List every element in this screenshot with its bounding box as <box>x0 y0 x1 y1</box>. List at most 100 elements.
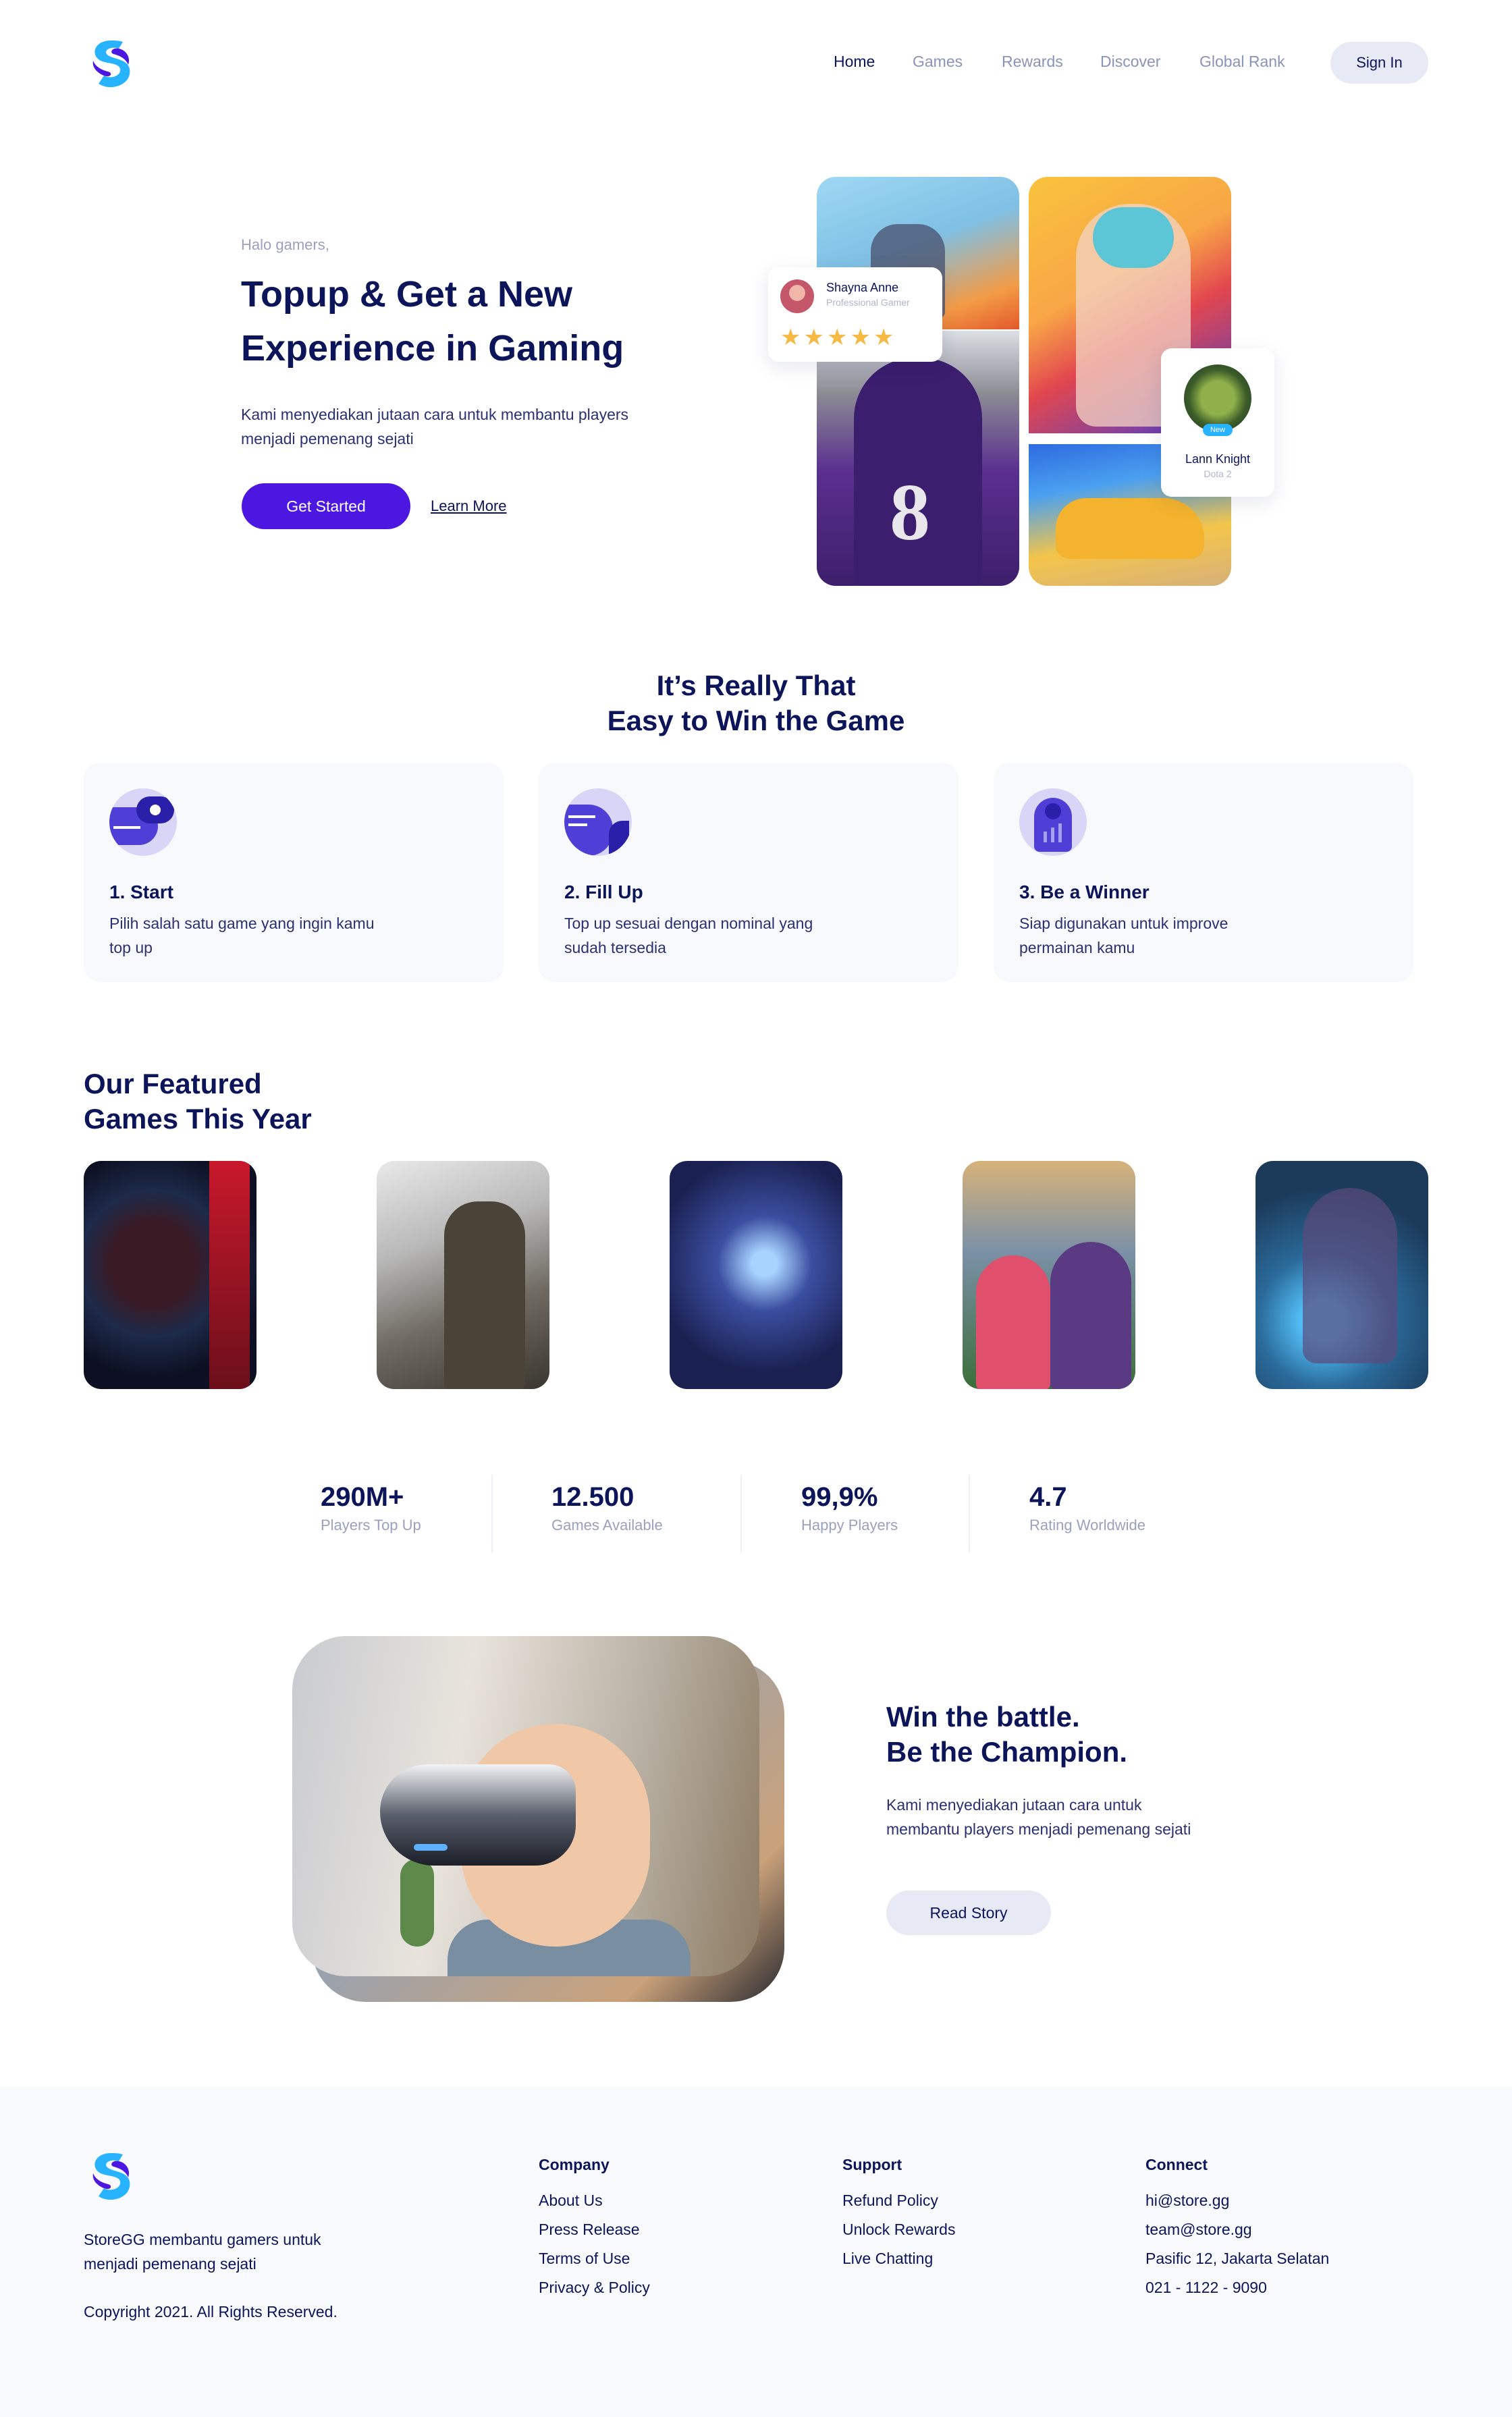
top-navigation: Home Games Rewards Discover Global Rank … <box>0 0 1512 128</box>
step-description: Pilih salah satu game yang ingin kamu to… <box>109 915 375 956</box>
footer-link-press-release[interactable]: Press Release <box>539 2215 650 2244</box>
nav-games[interactable]: Games <box>913 53 963 71</box>
stat-label: Players Top Up <box>321 1517 421 1533</box>
footer-link-refund[interactable]: Refund Policy <box>842 2186 955 2215</box>
armor-accent <box>209 1161 250 1389</box>
stat-label: Happy Players <box>801 1517 898 1533</box>
story-title-line2: Be the Champion. <box>886 1736 1128 1768</box>
stat-divider <box>969 1475 970 1552</box>
nav-rewards[interactable]: Rewards <box>1002 53 1063 71</box>
step-description: Siap digunakan untuk improve permainan k… <box>1019 915 1228 956</box>
footer-column-title: Company <box>539 2156 610 2173</box>
footer-link-unlock-rewards[interactable]: Unlock Rewards <box>842 2215 955 2244</box>
vr-player-image <box>292 1636 759 1976</box>
footer-link-live-chatting[interactable]: Live Chatting <box>842 2244 955 2273</box>
hero-greeting: Halo gamers, <box>241 236 329 253</box>
featured-title-line1: Our Featured <box>84 1068 262 1099</box>
hero-title-part2: in Gaming <box>435 328 624 369</box>
featured-title-line2: Games This Year <box>84 1103 312 1135</box>
avatar <box>1184 364 1251 432</box>
review-card: Shayna Anne Professional Gamer ★★★★★ <box>768 267 942 362</box>
reviewer-role: Professional Gamer <box>826 297 910 308</box>
game-card-call-of-duty[interactable] <box>377 1161 549 1389</box>
footer-link-terms[interactable]: Terms of Use <box>539 2244 650 2273</box>
footer-link-privacy[interactable]: Privacy & Policy <box>539 2273 650 2302</box>
stat-value: 12.500 <box>551 1482 634 1512</box>
main-menu: Home Games Rewards Discover Global Rank <box>0 53 1512 73</box>
footer-column-company: Company About Us Press Release Terms of … <box>539 2156 650 2302</box>
nav-discover[interactable]: Discover <box>1100 53 1160 71</box>
character-hair <box>1093 207 1174 268</box>
sign-in-button[interactable]: Sign In <box>1330 42 1428 84</box>
new-badge: New <box>1203 424 1233 436</box>
stat-label: Games Available <box>551 1517 663 1533</box>
hero-title-part1: Topup & Get a <box>241 274 497 315</box>
hero-description: Kami menyediakan jutaan cara untuk memba… <box>241 406 629 447</box>
vr-headset-icon <box>380 1764 576 1866</box>
step-title: 1. Start <box>109 881 173 902</box>
step-title: 2. Fill Up <box>564 881 643 902</box>
footer-link-email-team[interactable]: team@store.gg <box>1145 2215 1329 2244</box>
hero-title: Topup & Get a New Experience in Gaming <box>241 267 713 375</box>
footer-link-email-hi[interactable]: hi@store.gg <box>1145 2186 1329 2215</box>
player-card: New Lann Knight Dota 2 <box>1161 348 1274 497</box>
avatar <box>780 279 814 313</box>
archer-figure <box>976 1255 1050 1389</box>
step-card-fill-up: 2. Fill Up Top up sesuai dengan nominal … <box>539 763 959 982</box>
footer-column-title: Connect <box>1145 2156 1208 2173</box>
footer-link-about-us[interactable]: About Us <box>539 2186 650 2215</box>
step-card-be-a-winner: 3. Be a Winner Siap digunakan untuk impr… <box>994 763 1413 982</box>
star-rating-icon: ★★★★★ <box>780 325 897 350</box>
stat-label: Rating Worldwide <box>1029 1517 1146 1533</box>
player-name: Lann Knight <box>1185 452 1251 466</box>
footer-column-title: Support <box>842 2156 902 2173</box>
stat-divider <box>740 1475 742 1552</box>
game-card-clash-of-clans[interactable] <box>963 1161 1135 1389</box>
story-title: Win the battle. Be the Champion. <box>886 1700 1127 1770</box>
footer-column-connect: Connect hi@store.gg team@store.gg Pasifi… <box>1145 2156 1329 2302</box>
step-card-start: 1. Start Pilih salah satu game yang ingi… <box>84 763 504 982</box>
copyright: Copyright 2021. All Rights Reserved. <box>84 2303 338 2320</box>
reviewer-name: Shayna Anne <box>826 281 899 294</box>
story-description: Kami menyediakan jutaan cara untuk memba… <box>886 1796 1191 1838</box>
read-story-button[interactable]: Read Story <box>886 1891 1051 1935</box>
stat-rating: 4.7 Rating Worldwide <box>1029 1482 1145 1534</box>
nav-home[interactable]: Home <box>834 53 875 71</box>
hero-title-highlight-experience: Experience <box>241 321 436 375</box>
game-card-valorant[interactable] <box>1256 1161 1428 1389</box>
game-controller-icon <box>109 788 177 856</box>
get-started-button[interactable]: Get Started <box>242 483 410 529</box>
wizard-figure <box>1050 1242 1131 1389</box>
footer-tagline: StoreGG membantu gamers untuk menjadi pe… <box>84 2231 321 2273</box>
stat-players: 290M+ Players Top Up <box>321 1482 421 1534</box>
learn-more-link[interactable]: Learn More <box>431 497 507 515</box>
footer-address: Pasific 12, Jakarta Selatan <box>1145 2250 1330 2267</box>
player-game: Dota 2 <box>1204 468 1232 479</box>
story-title-line1: Win the battle. <box>886 1701 1080 1733</box>
plant-shape <box>400 1859 434 1947</box>
trophy-badge-icon <box>1019 788 1087 856</box>
hero-game-image-football: 8 <box>817 331 1019 586</box>
stat-value: 99,9% <box>801 1482 878 1512</box>
featured-title: Our Featured Games This Year <box>84 1066 312 1137</box>
stat-value: 290M+ <box>321 1482 404 1512</box>
step-title: 3. Be a Winner <box>1019 881 1150 902</box>
steps-title: It’s Really That Easy to Win the Game <box>0 668 1512 738</box>
game-card-mass-effect[interactable] <box>84 1161 256 1389</box>
stat-games: 12.500 Games Available <box>551 1482 663 1534</box>
step-description: Top up sesuai dengan nominal yang sudah … <box>564 915 813 956</box>
footer-phone[interactable]: 021 - 1122 - 9090 <box>1145 2273 1329 2302</box>
stat-value: 4.7 <box>1029 1482 1067 1512</box>
footer-column-support: Support Refund Policy Unlock Rewards Liv… <box>842 2156 955 2273</box>
storegg-logo[interactable] <box>84 2150 138 2202</box>
steps-title-line2: Easy to Win the Game <box>607 705 905 736</box>
soldier-figure <box>444 1201 525 1389</box>
jersey-number: 8 <box>890 467 930 557</box>
stat-divider <box>491 1475 493 1552</box>
hero-title-highlight-new: New <box>497 267 573 321</box>
steps-title-line1: It’s Really That <box>656 670 856 701</box>
race-car <box>1056 498 1204 559</box>
stat-happy: 99,9% Happy Players <box>801 1482 898 1534</box>
nav-global-rank[interactable]: Global Rank <box>1199 53 1285 71</box>
game-card-dota-2[interactable] <box>670 1161 842 1389</box>
